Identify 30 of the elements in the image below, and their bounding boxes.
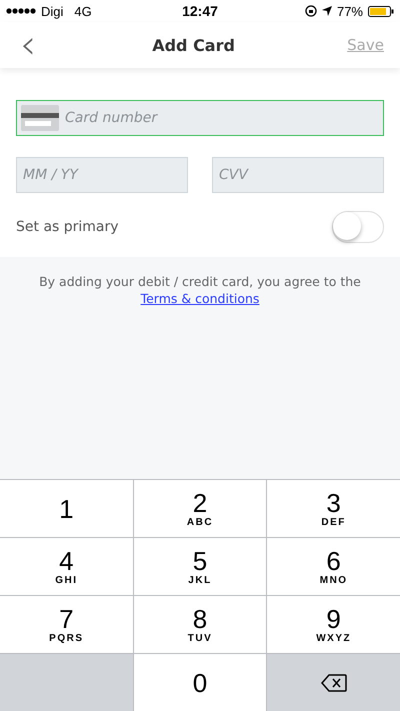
- keypad-key[interactable]: 2 ABC: [134, 480, 266, 537]
- keypad-key[interactable]: 7 PQRS: [0, 596, 133, 653]
- keypad-key[interactable]: 0: [134, 654, 266, 711]
- keypad-key[interactable]: 6 MNO: [267, 538, 400, 595]
- delete-key[interactable]: [267, 654, 400, 711]
- keypad-key[interactable]: 4 GHI: [0, 538, 133, 595]
- keypad-key[interactable]: 3 DEF: [267, 480, 400, 537]
- location-arrow-icon: [322, 6, 332, 16]
- keypad-key[interactable]: 9 WXYZ: [267, 596, 400, 653]
- signal-icon: [6, 8, 36, 14]
- network-type: 4G: [74, 4, 92, 18]
- credit-card-icon: [21, 105, 59, 131]
- carrier-name: Digi: [41, 4, 64, 18]
- primary-toggle[interactable]: [332, 211, 384, 243]
- cvv-field[interactable]: CVV: [212, 157, 384, 193]
- primary-label: Set as primary: [16, 219, 119, 235]
- clock-time: 12:47: [182, 3, 218, 19]
- battery-percent: 77%: [336, 4, 363, 18]
- back-button[interactable]: ‹: [16, 30, 40, 60]
- keypad-key[interactable]: 5 JKL: [134, 538, 266, 595]
- keypad-key[interactable]: 1: [0, 480, 133, 537]
- backspace-icon: [320, 674, 347, 692]
- rotation-lock-icon: [304, 5, 317, 17]
- keypad-key[interactable]: 8 TUV: [134, 596, 266, 653]
- battery-icon: [368, 6, 394, 16]
- card-number-field[interactable]: Card number: [16, 100, 384, 136]
- terms-link[interactable]: Terms & conditions: [140, 291, 260, 306]
- expiry-field[interactable]: MM / YY: [16, 157, 188, 193]
- terms-notice: By adding your debit / credit card, you agree to the Terms & conditions: [38, 273, 362, 307]
- page-title: Add Card: [152, 36, 235, 54]
